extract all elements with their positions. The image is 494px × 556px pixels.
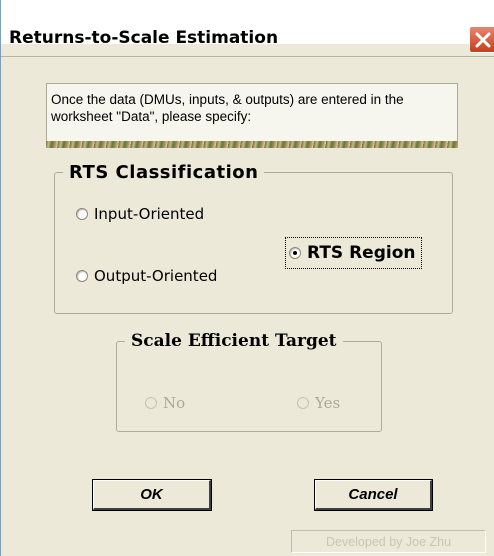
output-oriented-radio[interactable]: Output-Oriented (76, 267, 217, 285)
rts-region-label: RTS Region (307, 243, 416, 263)
scale-efficient-target-group: Scale Efficient Target (116, 331, 382, 432)
close-x-icon (475, 32, 491, 48)
title-bar[interactable]: Returns-to-Scale Estimation (1, 0, 494, 53)
radio-checked-icon (289, 247, 301, 259)
decorative-strip (46, 141, 458, 148)
cancel-button[interactable]: Cancel (314, 479, 433, 511)
radio-circle-icon (76, 208, 88, 220)
rts-classification-title: RTS Classification (69, 162, 259, 183)
developer-credit: Developed by Joe Zhu (291, 530, 486, 553)
radio-circle-icon (76, 270, 88, 282)
input-oriented-label: Input-Oriented (94, 205, 205, 223)
title-separator (1, 56, 494, 57)
radio-circle-icon (145, 397, 157, 409)
yes-label: Yes (315, 394, 341, 412)
close-button[interactable] (469, 26, 494, 53)
rts-dialog-window: Returns-to-Scale Estimation Once the dat… (0, 0, 494, 556)
output-oriented-label: Output-Oriented (94, 267, 218, 285)
info-text: Once the data (DMUs, inputs, & outputs) … (51, 92, 404, 124)
yes-radio[interactable]: Yes (297, 394, 340, 412)
no-radio[interactable]: No (145, 394, 185, 412)
rts-region-radio[interactable]: RTS Region (285, 237, 423, 269)
input-oriented-radio[interactable]: Input-Oriented (76, 205, 204, 223)
scale-efficient-target-title: Scale Efficient Target (131, 331, 337, 351)
window-title: Returns-to-Scale Estimation (9, 28, 279, 48)
ok-button[interactable]: OK (92, 479, 212, 511)
radio-circle-icon (297, 397, 309, 409)
info-box: Once the data (DMUs, inputs, & outputs) … (46, 83, 458, 142)
no-label: No (163, 394, 186, 412)
